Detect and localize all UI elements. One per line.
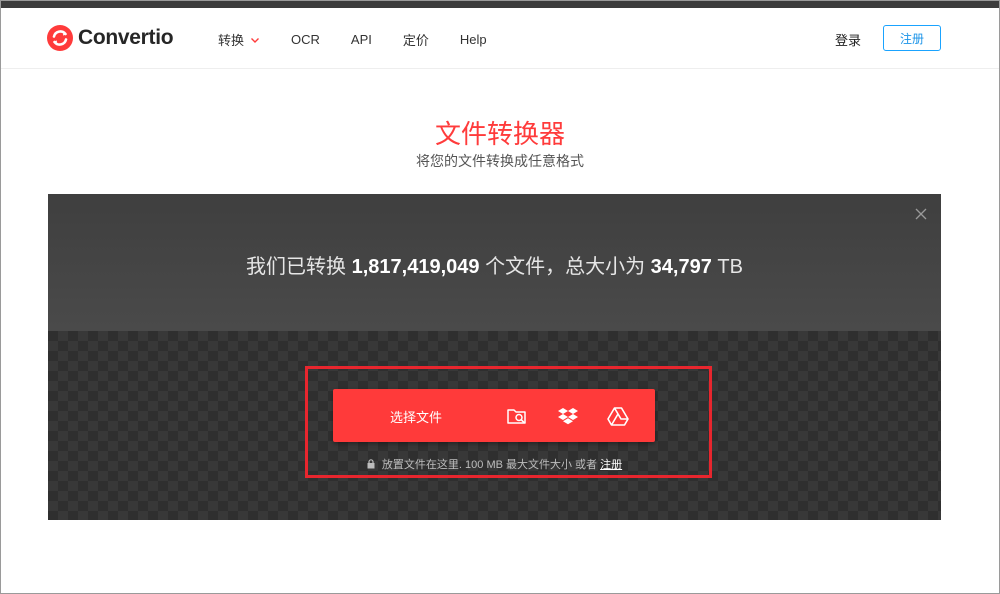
upload-note-text: 放置文件在这里. 100 MB 最大文件大小 或者 [381, 459, 598, 471]
close-icon[interactable] [914, 207, 928, 221]
dropbox-icon[interactable] [557, 405, 579, 427]
nav-item-label: Help [459, 32, 487, 47]
google-drive-icon[interactable] [607, 405, 629, 427]
converter-panel: 我们已转换 1,817,419,049 个文件，总大小为 34,797 TB 选… [48, 194, 941, 520]
nav-item-label: 转换 [218, 33, 245, 48]
files-count: 1,817,419,049 [351, 256, 480, 278]
choose-files-label: 选择文件 [390, 410, 443, 425]
nav-item-api[interactable]: API [351, 30, 372, 49]
lock-icon [367, 459, 375, 469]
nav-item-pricing[interactable]: 定价 [403, 30, 429, 49]
chevron-down-icon [251, 37, 260, 43]
stats-prefix: 我们已转换 [246, 256, 347, 278]
total-size: 34,797 [650, 256, 712, 278]
nav-item-help[interactable]: Help [460, 30, 487, 49]
signup-button[interactable]: 注册 [883, 25, 941, 51]
page-title: 文件转换器 [434, 119, 565, 149]
logo[interactable]: Convertio [47, 25, 174, 51]
note-signup-link[interactable]: 注册 [600, 459, 622, 471]
convertio-logo-icon [47, 25, 73, 51]
nav-item-label: 定价 [402, 33, 429, 48]
logo-text: Convertio [78, 26, 174, 49]
nav-item-ocr[interactable]: OCR [291, 30, 320, 49]
nav-item-label: OCR [291, 32, 320, 47]
site-header: Convertio 转换 OCR API 定价 Help 登录 注册 [0, 8, 1000, 69]
upload-note: 放置文件在这里. 100 MB 最大文件大小 或者 注册 [48, 456, 941, 472]
upload-area[interactable]: 选择文件 放置文件在这里. 100 MB 最大文件大小 或者 注册 [48, 331, 941, 520]
main-nav: 转换 OCR API 定价 Help [218, 30, 518, 49]
nav-item-label: API [350, 32, 372, 47]
login-link[interactable]: 登录 [835, 30, 861, 49]
stats-banner: 我们已转换 1,817,419,049 个文件，总大小为 34,797 TB [48, 194, 941, 331]
stats-text: 我们已转换 1,817,419,049 个文件，总大小为 34,797 TB [48, 250, 941, 279]
folder-search-icon[interactable] [506, 405, 528, 427]
size-unit: TB [717, 256, 743, 278]
window-top-bar [0, 0, 1000, 8]
page-subtitle: 将您的文件转换成任意格式 [416, 153, 584, 169]
choose-files-button[interactable]: 选择文件 [333, 389, 655, 442]
stats-mid: 个文件，总大小为 [485, 256, 646, 278]
nav-item-convert[interactable]: 转换 [218, 30, 260, 49]
